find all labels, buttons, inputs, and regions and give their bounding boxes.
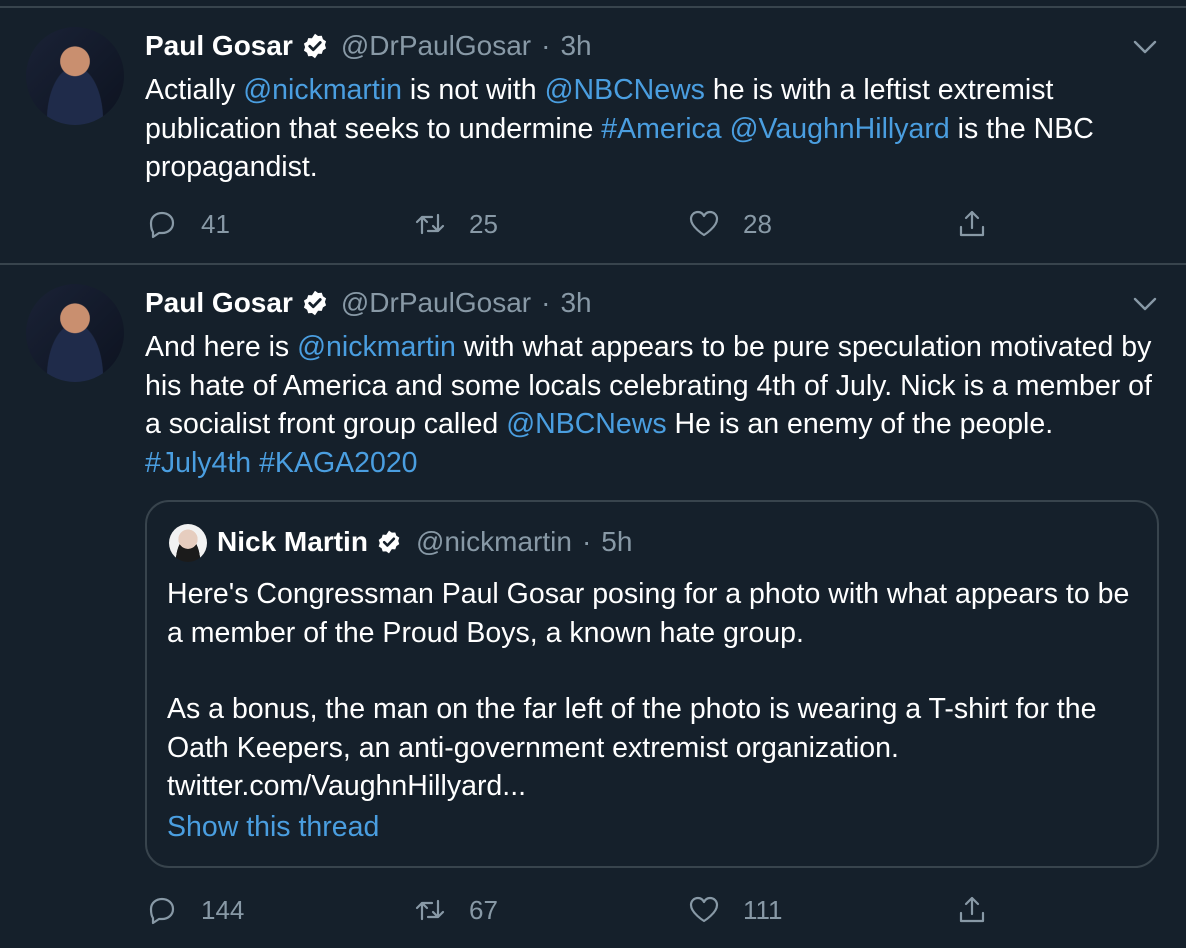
avatar[interactable] [26, 27, 124, 125]
timestamp[interactable]: 3h [560, 30, 591, 62]
retweet-count: 67 [469, 894, 498, 925]
share-icon [959, 210, 985, 237]
handle[interactable]: @DrPaulGosar [341, 287, 531, 319]
chevron-down-icon[interactable] [1132, 295, 1158, 313]
hashtag-link[interactable]: #July4th [145, 447, 251, 479]
verified-icon [303, 290, 326, 316]
like-icon [689, 896, 719, 923]
tweet-header: Paul Gosar @DrPaulGosar · 3h [145, 30, 592, 62]
quoted-display-name: Nick Martin [217, 526, 368, 557]
quoted-timestamp: 5h [601, 526, 633, 557]
share-icon [959, 896, 985, 923]
like-count: 28 [743, 208, 772, 239]
mention-link[interactable]: @nickmartin [297, 331, 456, 363]
retweet-icon [415, 213, 445, 235]
tweet[interactable]: Paul Gosar @DrPaulGosar · 3h And here is… [0, 265, 1186, 948]
retweet-button[interactable]: 25 [413, 204, 498, 244]
like-icon [689, 210, 719, 237]
timestamp[interactable]: 3h [560, 287, 591, 319]
mention-link[interactable]: @VaughnHillyard [730, 113, 950, 145]
tweet[interactable]: Paul Gosar @DrPaulGosar · 3h Actially @n… [0, 8, 1186, 265]
verified-icon [303, 33, 326, 59]
avatar[interactable] [26, 284, 124, 382]
chevron-down-icon[interactable] [1132, 38, 1158, 56]
reply-icon [149, 897, 175, 925]
quoted-header: Nick Martin @nickmartin · 5h [217, 526, 632, 558]
tweet-text: And here is @nickmartin with what appear… [145, 331, 1152, 479]
quoted-tweet[interactable]: Nick Martin @nickmartin · 5h Here's Cong… [145, 500, 1159, 868]
quoted-paragraph: As a bonus, the man on the far left of t… [167, 693, 1097, 764]
hashtag-link[interactable]: #KAGA2020 [259, 447, 417, 479]
retweet-count: 25 [469, 208, 498, 239]
retweet-button[interactable]: 67 [413, 890, 498, 930]
quoted-paragraph: Here's Congressman Paul Gosar posing for… [167, 578, 1130, 649]
verified-icon [378, 530, 400, 554]
quoted-avatar [169, 524, 207, 562]
display-name[interactable]: Paul Gosar [145, 30, 293, 62]
hashtag-link[interactable]: #America [601, 113, 721, 145]
quoted-text: Here's Congressman Paul Gosar posing for… [167, 575, 1147, 806]
tweet-header: Paul Gosar @DrPaulGosar · 3h [145, 287, 592, 319]
like-button[interactable]: 28 [687, 204, 772, 244]
show-thread-link[interactable]: Show this thread [167, 811, 379, 844]
tweet-text: Actially @nickmartin is not with @NBCNew… [145, 74, 1094, 183]
tweet-actions: 41 25 28 [145, 204, 1005, 244]
mention-link[interactable]: @nickmartin [243, 74, 402, 106]
separator-dot: · [541, 287, 551, 318]
quoted-link: twitter.com/VaughnHillyard... [167, 770, 527, 802]
separator-dot: · [541, 30, 551, 61]
share-button[interactable] [955, 204, 1011, 244]
mention-link[interactable]: @NBCNews [545, 74, 705, 106]
reply-icon [149, 211, 175, 239]
separator-dot: · [581, 526, 592, 557]
like-button[interactable]: 111 [687, 890, 783, 930]
quoted-handle: @nickmartin [415, 526, 572, 557]
like-count: 111 [743, 894, 783, 925]
display-name[interactable]: Paul Gosar [145, 287, 293, 319]
reply-count: 41 [201, 208, 230, 239]
tweet-actions: 144 67 111 [145, 890, 1005, 930]
retweet-icon [415, 899, 445, 921]
reply-count: 144 [201, 894, 245, 925]
handle[interactable]: @DrPaulGosar [341, 30, 531, 62]
share-button[interactable] [955, 890, 1011, 930]
reply-button[interactable]: 144 [145, 890, 244, 930]
reply-button[interactable]: 41 [145, 204, 230, 244]
mention-link[interactable]: @NBCNews [506, 408, 666, 440]
